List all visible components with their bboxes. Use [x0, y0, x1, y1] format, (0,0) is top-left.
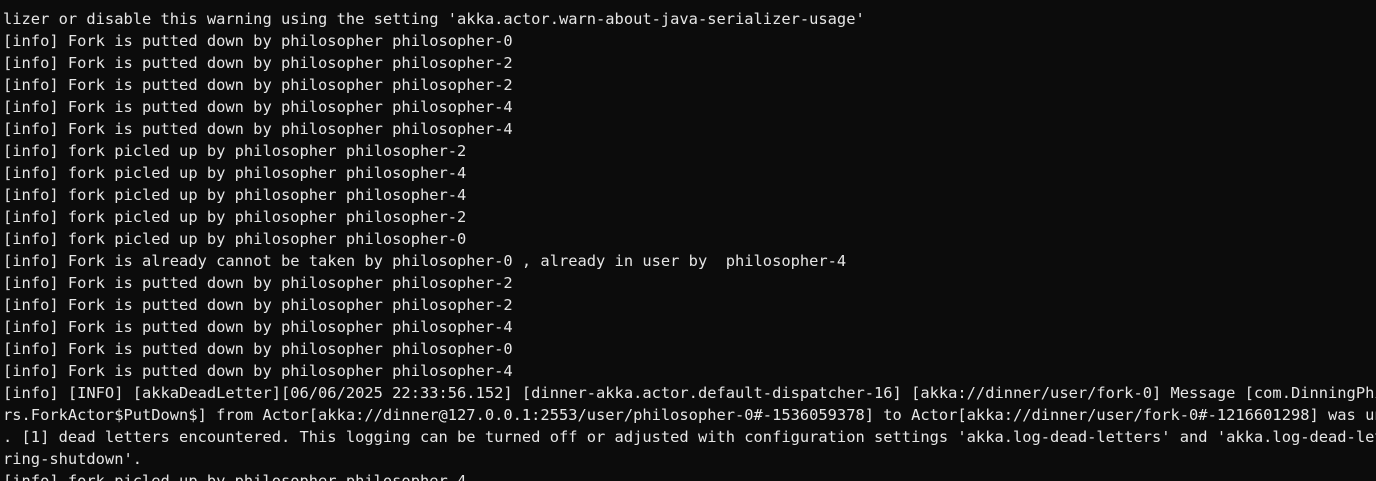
log-line: [info] fork picled up by philosopher phi…: [3, 230, 467, 248]
log-line: [info] Fork is putted down by philosophe…: [3, 318, 513, 336]
log-line: ring-shutdown'.: [3, 450, 142, 468]
log-line: [info] fork picled up by philosopher phi…: [3, 472, 467, 481]
log-line: [info] fork picled up by philosopher phi…: [3, 142, 467, 160]
log-line: [info] Fork is putted down by philosophe…: [3, 32, 513, 50]
log-line: [info] Fork is putted down by philosophe…: [3, 362, 513, 380]
log-line: [info] fork picled up by philosopher phi…: [3, 186, 467, 204]
log-line: [info] fork picled up by philosopher phi…: [3, 164, 467, 182]
terminal-output: lizer or disable this warning using the …: [3, 8, 1376, 481]
log-line: rs.ForkActor$PutDown$] from Actor[akka:/…: [3, 406, 1376, 424]
log-line: [info] Fork is putted down by philosophe…: [3, 120, 513, 138]
log-line: [info] Fork is already cannot be taken b…: [3, 252, 847, 270]
log-line: lizer or disable this warning using the …: [3, 10, 865, 28]
log-line: [info] Fork is putted down by philosophe…: [3, 340, 513, 358]
log-line: [info] Fork is putted down by philosophe…: [3, 54, 513, 72]
log-line: [info] [INFO] [akkaDeadLetter][06/06/202…: [3, 384, 1376, 402]
log-line: [info] Fork is putted down by philosophe…: [3, 98, 513, 116]
log-line: [info] fork picled up by philosopher phi…: [3, 208, 467, 226]
terminal-window[interactable]: lizer or disable this warning using the …: [0, 0, 1376, 481]
log-line: . [1] dead letters encountered. This log…: [3, 428, 1376, 446]
log-line: [info] Fork is putted down by philosophe…: [3, 76, 513, 94]
log-line: [info] Fork is putted down by philosophe…: [3, 296, 513, 314]
log-line: [info] Fork is putted down by philosophe…: [3, 274, 513, 292]
